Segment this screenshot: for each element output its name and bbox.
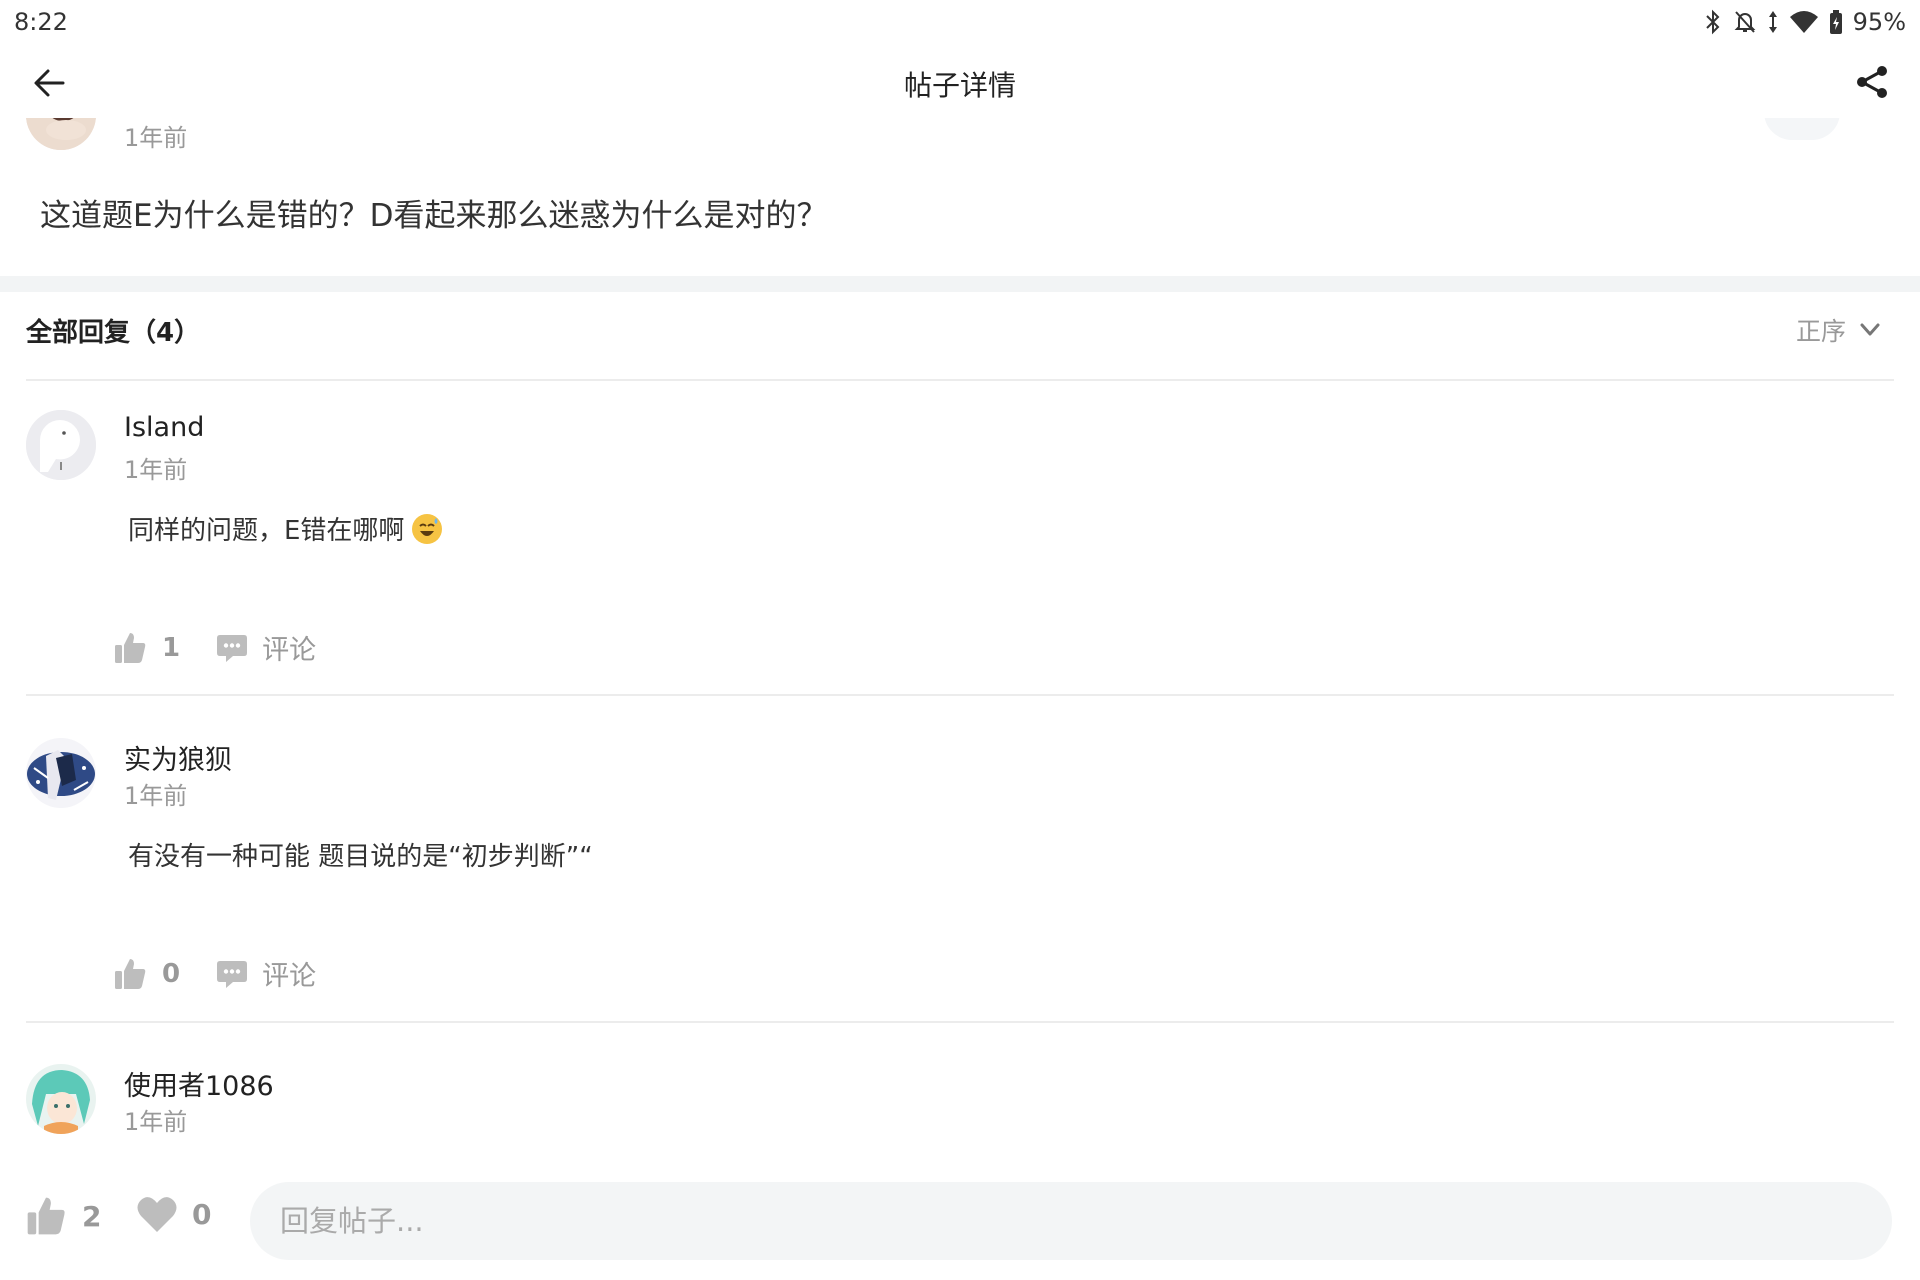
post-like-button[interactable]: 2	[24, 1194, 101, 1238]
like-button[interactable]: 1	[112, 630, 180, 666]
divider	[26, 694, 1894, 696]
favorite-count: 0	[192, 1197, 212, 1231]
reply-input[interactable]	[250, 1182, 1892, 1260]
bell-off-icon	[1734, 11, 1756, 33]
reply-author[interactable]: Island	[124, 412, 204, 443]
bottom-bar: 2 0	[0, 1160, 1920, 1280]
wifi-icon	[1789, 11, 1818, 33]
comment-icon	[217, 960, 248, 988]
sweat-smile-emoji	[412, 513, 443, 544]
reply-content: 同样的问题，E错在哪啊	[128, 510, 443, 547]
page-title: 帖子详情	[903, 69, 1016, 102]
status-time: 8:22	[14, 8, 68, 36]
battery-icon	[1829, 10, 1842, 34]
comment-button[interactable]: 评论	[216, 628, 316, 667]
app-bar: 帖子详情	[0, 46, 1920, 118]
section-divider	[0, 276, 1920, 292]
reply-time: 1年前	[124, 782, 188, 810]
post-time: 1年前	[124, 124, 188, 152]
reply-author[interactable]: 使用者1086	[124, 1064, 274, 1103]
chevron-down-icon	[1860, 323, 1880, 336]
bluetooth-icon	[1705, 9, 1720, 35]
sort-label: 正序	[1795, 317, 1846, 346]
divider	[26, 379, 1894, 381]
reply-text: 同样的问题，E错在哪啊	[128, 516, 405, 546]
reply-content: 有没有一种可能 题目说的是“初步判断”“	[128, 842, 593, 872]
share-icon	[1857, 66, 1887, 98]
reply-actions: 0 评论	[112, 954, 316, 993]
thumbs-up-icon	[115, 958, 146, 989]
thumbs-up-icon	[115, 632, 146, 663]
reply-time: 1年前	[124, 456, 188, 484]
heart-icon	[137, 1197, 177, 1232]
like-count: 0	[162, 958, 181, 989]
status-icons: 95%	[1703, 6, 1906, 38]
divider	[26, 1021, 1894, 1023]
share-button[interactable]	[1850, 60, 1894, 104]
comment-label: 评论	[262, 635, 317, 666]
avatar[interactable]	[26, 1064, 96, 1134]
data-arrows-icon	[1768, 11, 1777, 33]
sort-dropdown[interactable]: 正序	[1796, 312, 1880, 348]
status-bar: 8:22 95%	[0, 0, 1920, 46]
favorite-button[interactable]: 0	[136, 1194, 211, 1234]
reply-actions: 1 评论	[112, 628, 316, 667]
avatar[interactable]	[26, 410, 96, 480]
comment-icon	[217, 634, 248, 662]
post-like-count: 2	[82, 1199, 102, 1233]
comment-label: 评论	[262, 961, 317, 992]
battery-percent: 95%	[1852, 8, 1906, 36]
avatar[interactable]	[26, 738, 96, 808]
reply-time: 1年前	[124, 1108, 188, 1136]
replies-title: 全部回复（4）	[26, 318, 201, 348]
post-content: 这道题E为什么是错的？D看起来那么迷惑为什么是对的？	[40, 198, 828, 234]
comment-button[interactable]: 评论	[216, 954, 316, 993]
reply-author[interactable]: 实为狼狈	[124, 738, 232, 777]
like-button[interactable]: 0	[112, 956, 180, 992]
thumbs-up-icon	[27, 1197, 65, 1235]
like-count: 1	[162, 632, 181, 663]
